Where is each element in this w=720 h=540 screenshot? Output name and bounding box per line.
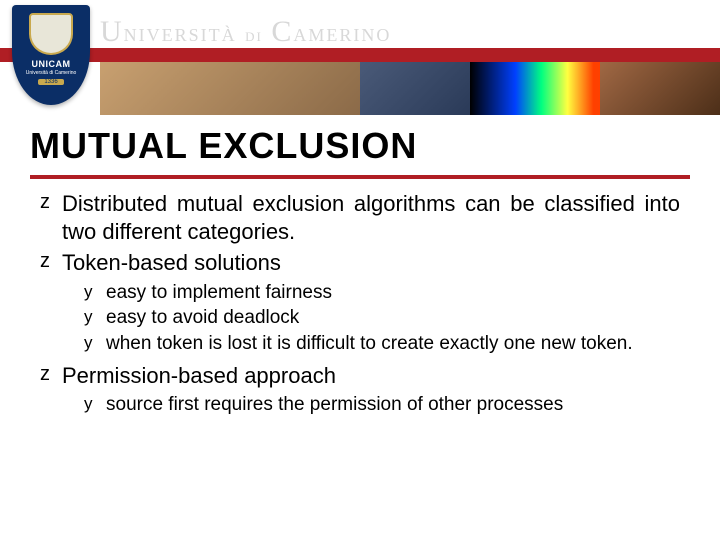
header-photo-strip <box>100 62 720 115</box>
bullet-y-icon: y <box>84 393 106 414</box>
logo-year: 1336 <box>38 79 63 85</box>
bullet-level2: y easy to implement fairness <box>84 281 680 305</box>
header-stripe <box>0 48 720 62</box>
slide: UNICAM Università di Camerino 1336 Unive… <box>0 0 720 540</box>
bullet-y-icon: y <box>84 306 106 327</box>
bullet-z-icon: z <box>40 362 62 387</box>
bullet-text: Permission-based approach <box>62 362 680 390</box>
sub-bullet-group: y source first requires the permission o… <box>84 393 680 417</box>
header: UNICAM Università di Camerino 1336 Unive… <box>0 0 720 115</box>
header-photo-4 <box>600 62 720 115</box>
bullet-level2: y source first requires the permission o… <box>84 393 680 417</box>
slide-content: z Distributed mutual exclusion algorithm… <box>40 190 680 423</box>
title-underline <box>30 175 690 179</box>
bullet-level2: y when token is lost it is difficult to … <box>84 332 680 356</box>
logo-main-text: UNICAM <box>32 59 71 69</box>
bullet-text: when token is lost it is difficult to cr… <box>106 332 680 356</box>
header-photo-3 <box>470 62 600 115</box>
bullet-level1: z Distributed mutual exclusion algorithm… <box>40 190 680 245</box>
bullet-text: easy to avoid deadlock <box>106 306 680 330</box>
bullet-text: Token-based solutions <box>62 249 680 277</box>
crest-icon <box>29 13 73 55</box>
bullet-text: Distributed mutual exclusion algorithms … <box>62 190 680 245</box>
bullet-z-icon: z <box>40 249 62 274</box>
university-logo: UNICAM Università di Camerino 1336 <box>12 5 90 105</box>
slide-title: MUTUAL EXCLUSION <box>30 125 417 167</box>
bullet-y-icon: y <box>84 332 106 353</box>
bullet-text: easy to implement fairness <box>106 281 680 305</box>
sub-bullet-group: y easy to implement fairness y easy to a… <box>84 281 680 356</box>
header-photo-1 <box>100 62 360 115</box>
header-photo-2 <box>360 62 470 115</box>
logo-sub-text: Università di Camerino <box>26 70 77 76</box>
bullet-level2: y easy to avoid deadlock <box>84 306 680 330</box>
bullet-level1: z Token-based solutions <box>40 249 680 277</box>
bullet-z-icon: z <box>40 190 62 215</box>
bullet-y-icon: y <box>84 281 106 302</box>
university-name: Università di Camerino <box>100 15 391 49</box>
bullet-text: source first requires the permission of … <box>106 393 680 417</box>
bullet-level1: z Permission-based approach <box>40 362 680 390</box>
